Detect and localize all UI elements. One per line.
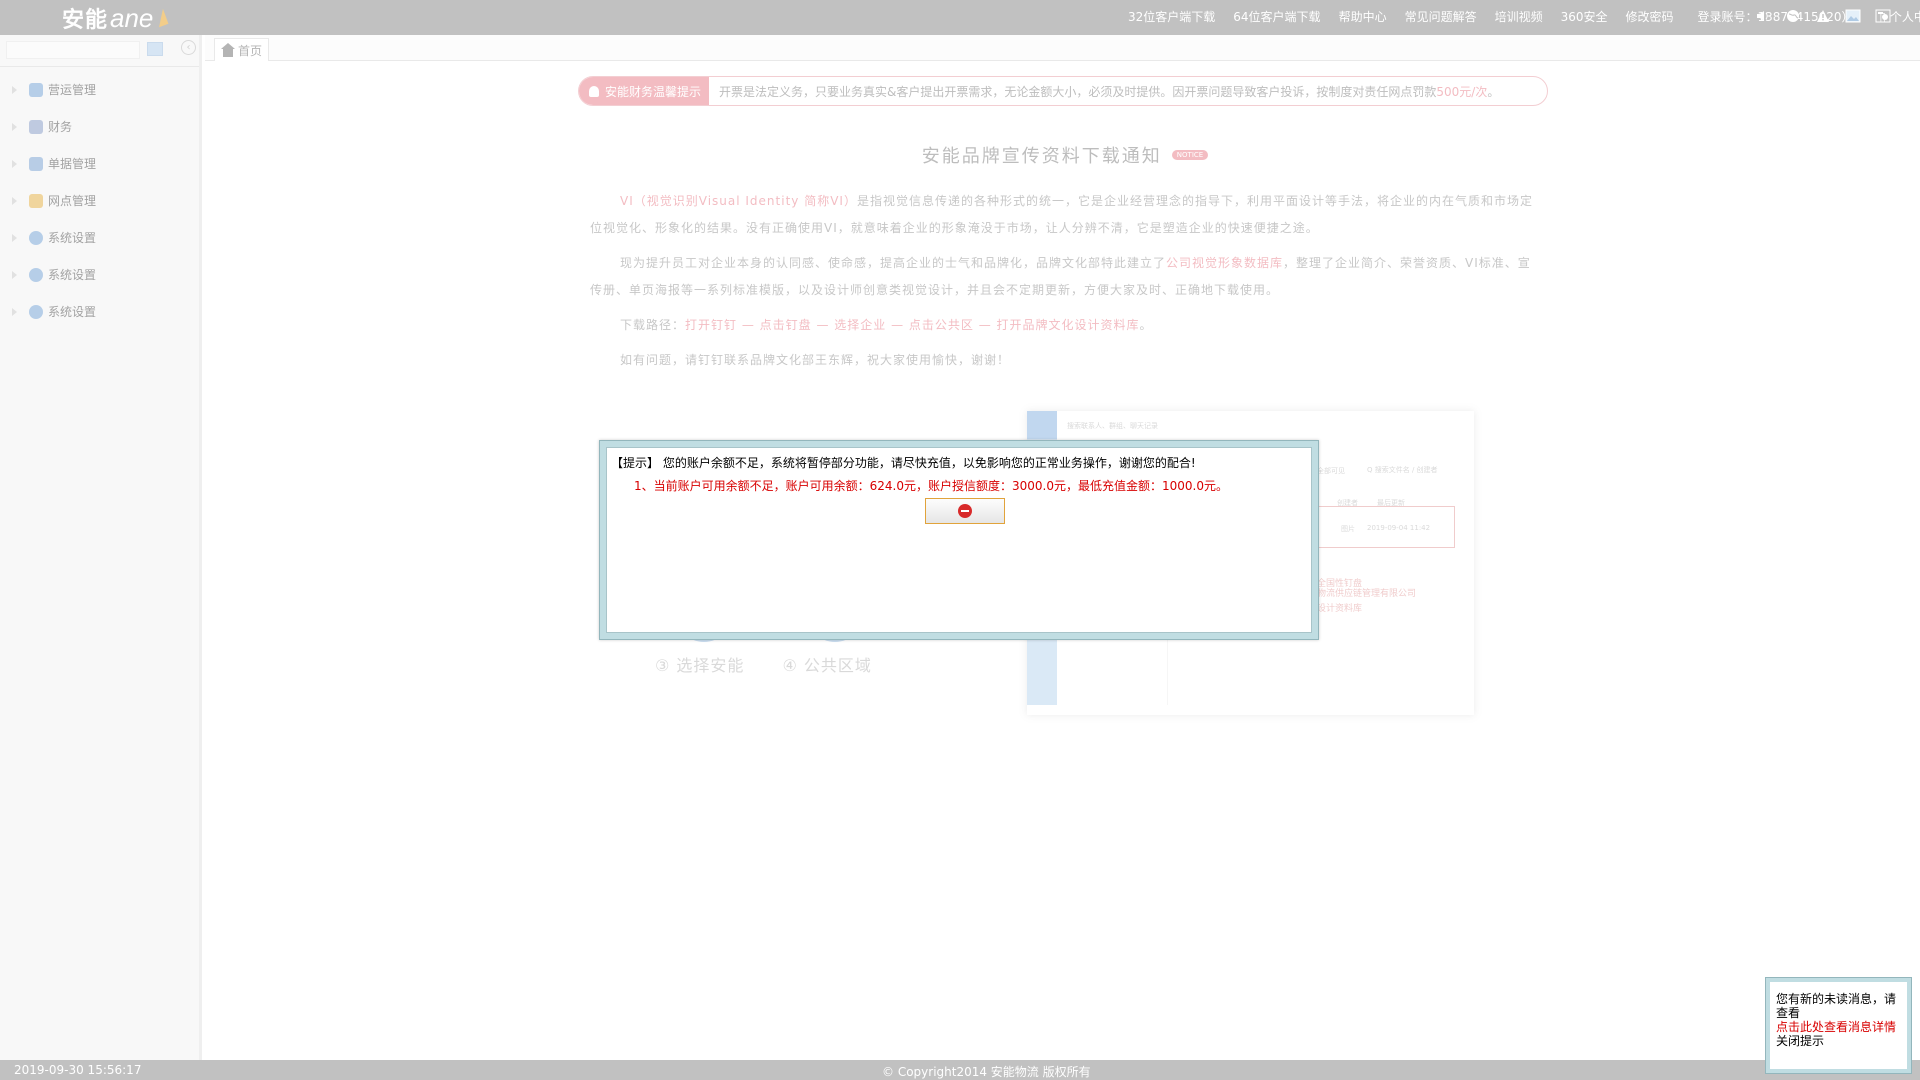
popup-link[interactable]: 点击此处查看消息详情 — [1776, 1020, 1901, 1034]
dialog-title: 【提示】 您的账户余额不足，系统将暂停部分功能，请尽快充值，以免影响您的正常业务… — [611, 456, 1196, 470]
popup-close[interactable]: 关闭提示 — [1776, 1034, 1901, 1048]
popup-line-1: 您有新的未读消息，请查看 — [1776, 992, 1897, 1020]
dialog-body: 【提示】 您的账户余额不足，系统将暂停部分功能，请尽快充值，以免影响您的正常业务… — [606, 447, 1312, 633]
balance-warning-dialog: 【提示】 您的账户余额不足，系统将暂停部分功能，请尽快充值，以免影响您的正常业务… — [599, 440, 1319, 640]
dialog-ok-button[interactable] — [925, 498, 1005, 524]
message-popup: 您有新的未读消息，请查看 点击此处查看消息详情 关闭提示 — [1765, 977, 1912, 1074]
stop-icon — [958, 504, 972, 518]
dialog-message: 1、当前账户可用余额不足，账户可用余额：624.0元，账户授信额度：3000.0… — [634, 479, 1228, 493]
popup-body: 您有新的未读消息，请查看 点击此处查看消息详情 关闭提示 — [1770, 982, 1907, 1069]
